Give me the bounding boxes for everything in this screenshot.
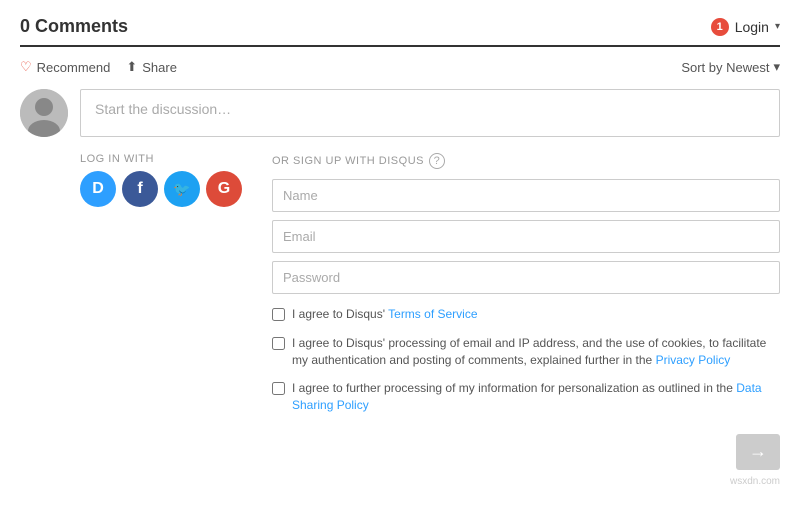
login-section: LOG IN WITH D f 🐦 G OR SIGN UP WITH DISQ… <box>80 153 780 470</box>
heart-icon: ♡ <box>20 59 32 75</box>
share-icon: ⬆ <box>126 59 137 75</box>
data-sharing-text-content: I agree to further processing of my info… <box>292 381 733 395</box>
signup-label: OR SIGN UP WITH DISQUS ? <box>272 153 780 169</box>
share-button[interactable]: ⬆ Share <box>126 59 177 75</box>
log-in-with: LOG IN WITH D f 🐦 G <box>80 153 242 470</box>
login-area: 1 Login ▾ <box>711 18 780 36</box>
avatar <box>20 89 68 137</box>
discussion-input[interactable]: Start the discussion… <box>80 89 780 137</box>
privacy-checkbox[interactable] <box>272 337 285 350</box>
data-sharing-checkbox-row: I agree to further processing of my info… <box>272 380 780 414</box>
action-left: ♡ Recommend ⬆ Share <box>20 59 177 75</box>
privacy-text: I agree to Disqus' processing of email a… <box>292 335 780 369</box>
google-login-button[interactable]: G <box>206 171 242 207</box>
tos-text: I agree to Disqus' Terms of Service <box>292 306 478 323</box>
sort-chevron-icon: ▾ <box>773 59 780 75</box>
recommend-button[interactable]: ♡ Recommend <box>20 59 110 75</box>
discussion-row: Start the discussion… <box>20 89 780 137</box>
disqus-widget: 0 Comments 1 Login ▾ ♡ Recommend ⬆ Share… <box>0 0 800 503</box>
privacy-checkbox-row: I agree to Disqus' processing of email a… <box>272 335 780 369</box>
recommend-label: Recommend <box>37 60 111 75</box>
email-field[interactable] <box>272 220 780 253</box>
twitter-login-button[interactable]: 🐦 <box>164 171 200 207</box>
tos-checkbox[interactable] <box>272 308 285 321</box>
signup-label-text: OR SIGN UP WITH DISQUS <box>272 155 424 167</box>
disqus-login-button[interactable]: D <box>80 171 116 207</box>
signup-form: I agree to Disqus' Terms of Service I ag… <box>272 179 780 470</box>
notification-badge: 1 <box>711 18 729 36</box>
top-bar: 0 Comments 1 Login ▾ <box>20 16 780 47</box>
tos-link[interactable]: Terms of Service <box>388 307 477 321</box>
tos-checkbox-row: I agree to Disqus' Terms of Service <box>272 306 780 323</box>
comments-count: 0 Comments <box>20 16 128 37</box>
privacy-link[interactable]: Privacy Policy <box>656 353 731 367</box>
name-field[interactable] <box>272 179 780 212</box>
tos-text-prefix: I agree to Disqus' <box>292 307 385 321</box>
sort-by-button[interactable]: Sort by Newest ▾ <box>681 59 780 75</box>
social-icons: D f 🐦 G <box>80 171 242 207</box>
login-chevron-icon[interactable]: ▾ <box>775 21 780 32</box>
submit-area: → <box>272 434 780 470</box>
data-sharing-checkbox[interactable] <box>272 382 285 395</box>
password-field[interactable] <box>272 261 780 294</box>
login-link[interactable]: Login <box>735 19 769 35</box>
data-sharing-text: I agree to further processing of my info… <box>292 380 780 414</box>
log-in-label: LOG IN WITH <box>80 153 242 165</box>
action-bar: ♡ Recommend ⬆ Share Sort by Newest ▾ <box>20 59 780 75</box>
facebook-login-button[interactable]: f <box>122 171 158 207</box>
sort-label: Sort by Newest <box>681 60 769 75</box>
submit-button[interactable]: → <box>736 434 780 470</box>
watermark: wsxdn.com <box>20 476 780 487</box>
signup-section: OR SIGN UP WITH DISQUS ? I agree to Disq… <box>272 153 780 470</box>
help-icon[interactable]: ? <box>429 153 445 169</box>
share-label: Share <box>142 60 177 75</box>
